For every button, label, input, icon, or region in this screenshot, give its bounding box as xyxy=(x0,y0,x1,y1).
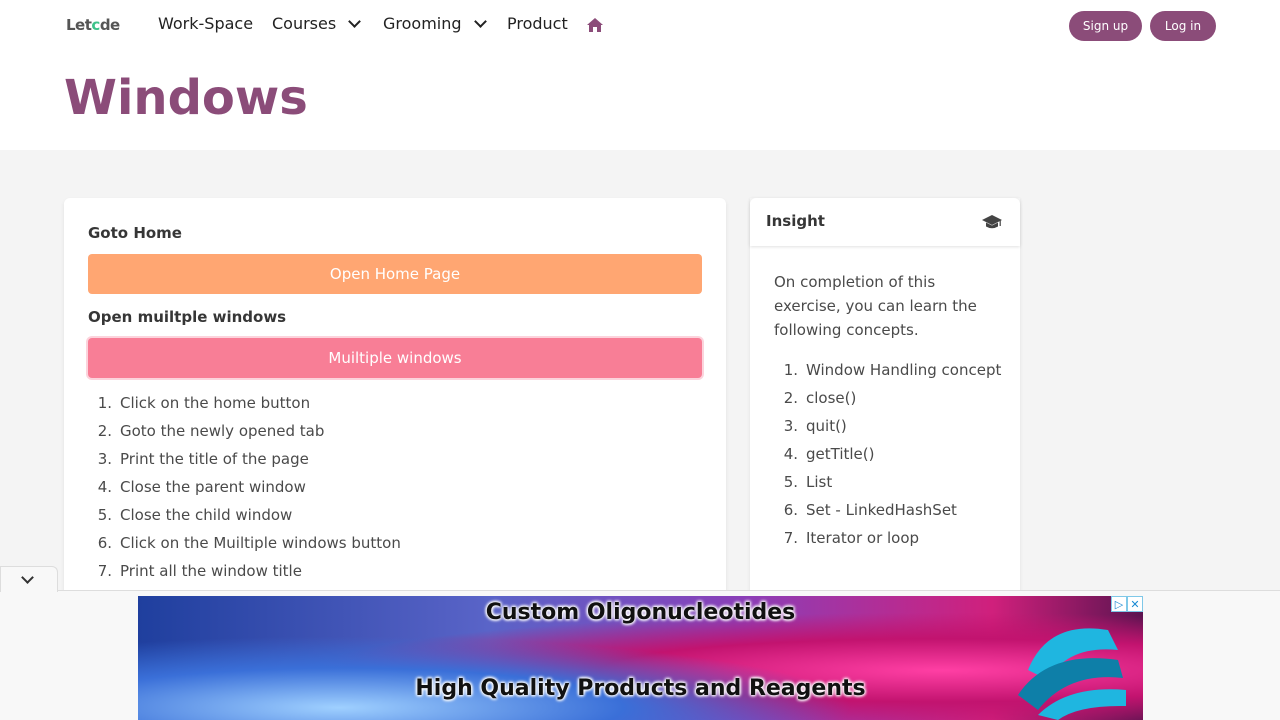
list-item: 5. Close the child window xyxy=(97,506,293,524)
list-item: 4. Close the parent window xyxy=(97,478,306,496)
letcode-logo[interactable]: Letcde xyxy=(66,16,120,34)
ad-logo-icon xyxy=(1018,628,1126,720)
adchoices-icon[interactable]: ▷ xyxy=(1111,596,1127,612)
nav-item-courses[interactable]: Courses xyxy=(272,14,362,33)
login-button[interactable]: Log in xyxy=(1150,11,1216,41)
page-header: Windows xyxy=(0,52,1280,150)
list-item: 6. Click on the Muiltiple windows button xyxy=(97,534,401,552)
logo-text-c: c xyxy=(91,16,100,34)
insight-header: Insight xyxy=(750,198,1020,246)
list-item: 7. Print all the window title xyxy=(97,562,302,580)
insight-description: On completion of this exercise, you can … xyxy=(774,273,977,339)
concepts-list: 1. Window Handling concept 2. close() 3. qu… xyxy=(774,358,1004,554)
insight-title: Insight xyxy=(766,212,825,230)
ad-subline: High Quality Products and Reagents xyxy=(415,676,866,701)
ad-headline: Custom Oligonucleotides xyxy=(485,600,796,625)
home-icon[interactable] xyxy=(586,17,604,33)
insight-card: Insight On completion of this exercise, … xyxy=(750,198,1020,618)
multiple-windows-label: Open muiltple windows xyxy=(88,308,287,326)
logo-text-de: de xyxy=(99,16,120,34)
nav-item-label: Product xyxy=(507,14,568,33)
list-item: 3. Print the title of the page xyxy=(97,450,309,468)
top-navbar: Letcde Work-Space Courses Grooming Produ… xyxy=(0,0,1280,52)
ad-collapse-toggle[interactable] xyxy=(0,566,58,592)
open-home-page-button[interactable]: Open Home Page xyxy=(88,254,702,294)
nav-item-label: Courses xyxy=(272,14,337,33)
nav-item-workspace[interactable]: Work-Space xyxy=(158,14,253,33)
list-item: 4. getTitle() xyxy=(783,445,875,463)
close-icon[interactable]: ✕ xyxy=(1127,596,1143,612)
page-title: Windows xyxy=(64,70,308,126)
goto-home-label: Goto Home xyxy=(88,224,182,242)
list-item: 2. Goto the newly opened tab xyxy=(97,422,325,440)
chevron-down-icon xyxy=(21,571,34,584)
list-item: 2. close() xyxy=(783,389,857,407)
exercise-card: Goto Home Open Home Page Open muiltple w… xyxy=(64,198,726,618)
advertisement-banner[interactable]: Custom Oligonucleotides High Quality Pro… xyxy=(138,596,1143,720)
logo-text-let: Let xyxy=(66,16,92,34)
multiple-windows-button[interactable]: Muiltiple windows xyxy=(88,338,702,378)
list-item: 1. Click on the home button xyxy=(97,394,311,412)
list-item: 3. quit() xyxy=(783,417,847,435)
list-item: 6. Set - LinkedHashSet xyxy=(783,501,957,519)
chevron-down-icon xyxy=(348,14,362,28)
nav-item-product[interactable]: Product xyxy=(507,14,568,33)
chevron-down-icon xyxy=(473,14,487,28)
signup-button[interactable]: Sign up xyxy=(1069,11,1142,41)
steps-list: 1. Click on the home button 2. Goto the ne… xyxy=(88,394,401,590)
nav-item-label: Grooming xyxy=(383,14,462,33)
list-item: 5. List xyxy=(783,473,833,491)
nav-item-label: Work-Space xyxy=(158,14,254,33)
list-item: 1. Window Handling concept xyxy=(783,361,1002,379)
nav-item-grooming[interactable]: Grooming xyxy=(383,14,487,33)
list-item: 7. Iterator or loop xyxy=(783,529,920,547)
graduation-cap-icon xyxy=(982,215,1002,229)
